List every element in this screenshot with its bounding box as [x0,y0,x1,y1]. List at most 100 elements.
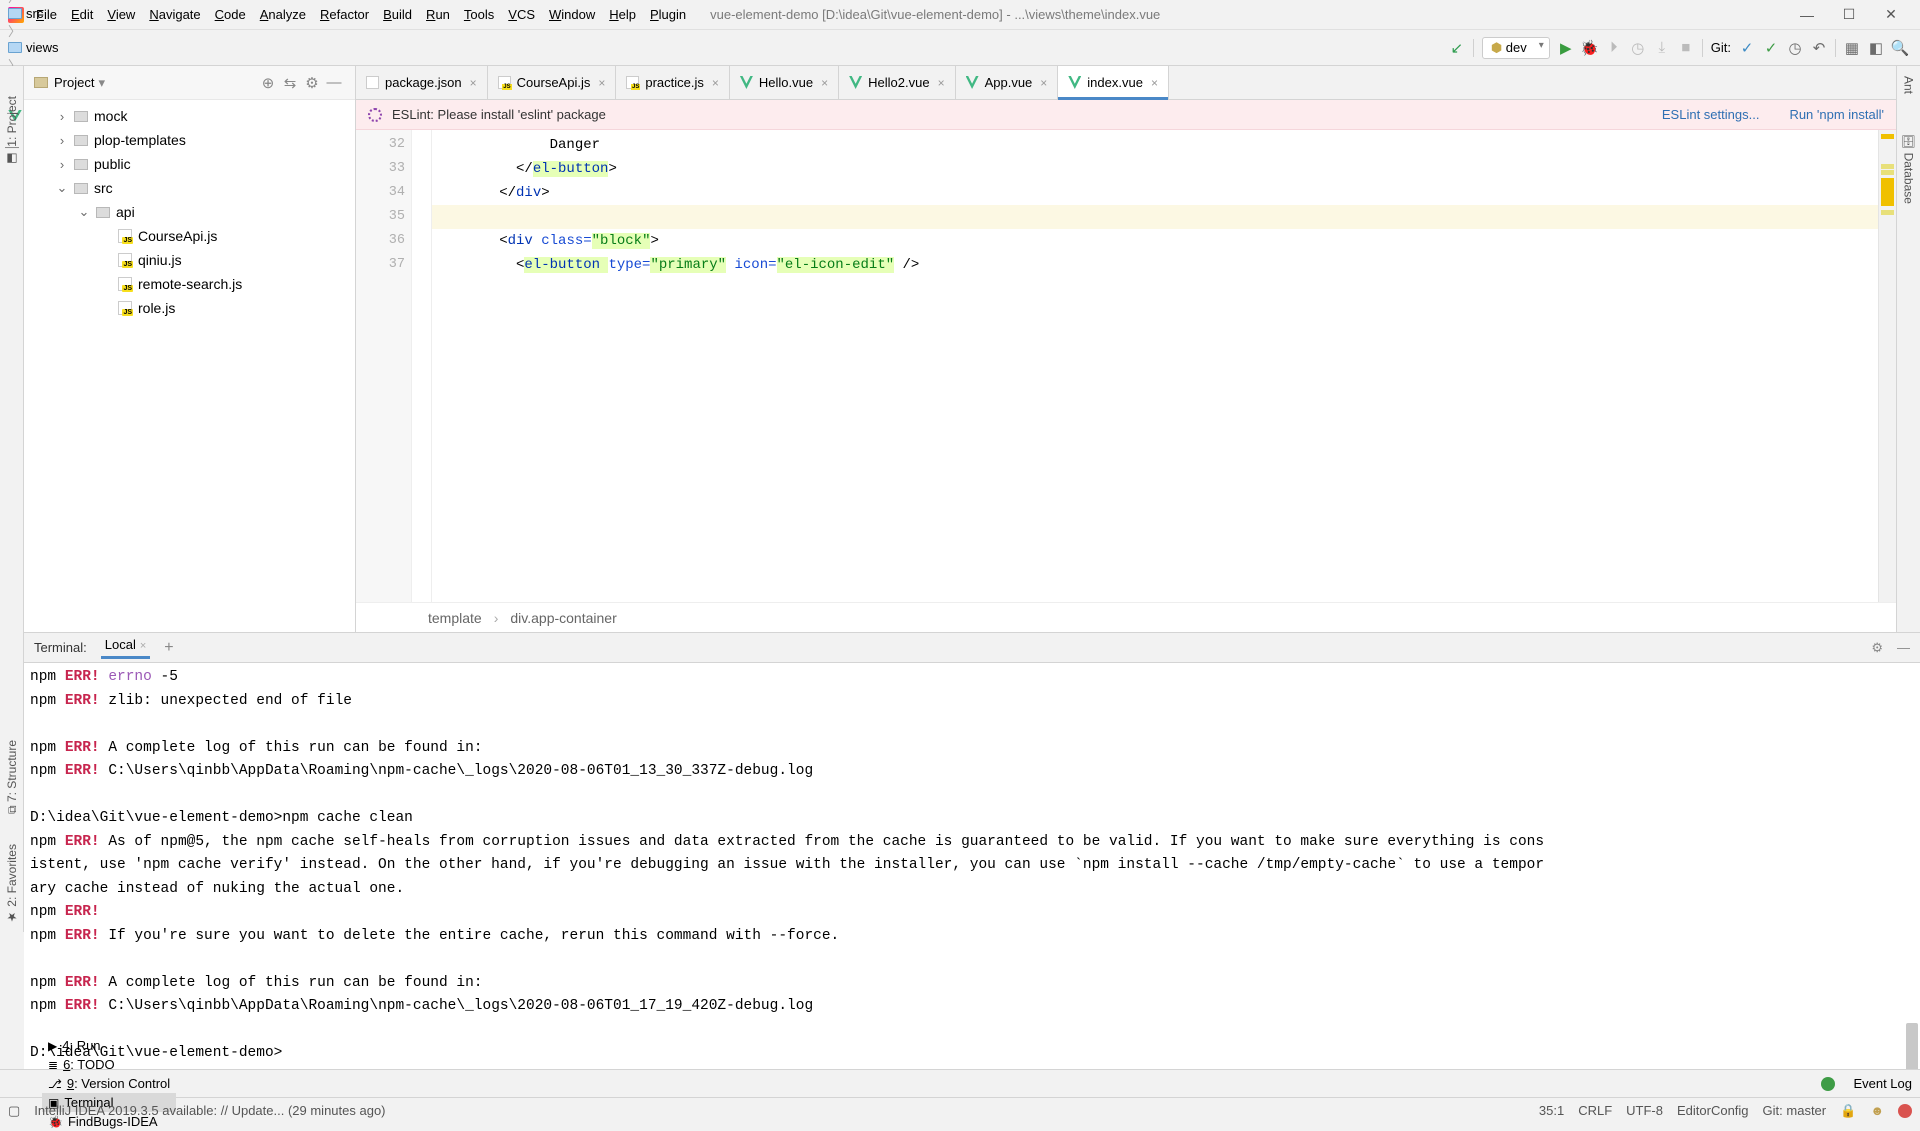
tab-hello-vue[interactable]: Hello.vue× [730,66,839,99]
menu-navigate[interactable]: Navigate [149,7,200,22]
close-tab-icon[interactable]: × [938,76,945,90]
terminal-body[interactable]: npm ERR! errno -5npm ERR! zlib: unexpect… [24,663,1920,1069]
main-split: ◨ 1: Project Project ▾ ⊕ ⇆ ⚙ — ›mock›plo… [0,66,1920,632]
close-window-button[interactable]: ✕ [1870,6,1912,23]
panel-settings-icon[interactable]: ⚙ [301,74,323,92]
status-message[interactable]: IntelliJ IDEA 2019.3.5 available: // Upd… [34,1103,385,1118]
bottom-tool-9-version-control[interactable]: ⎇9: Version Control [42,1074,176,1093]
tree-item[interactable]: ⌄src [24,176,355,200]
tab-index-vue[interactable]: index.vue× [1058,66,1169,99]
run-npm-install-link[interactable]: Run 'npm install' [1789,107,1884,122]
menu-build[interactable]: Build [383,7,412,22]
attach-icon[interactable]: ⤓ [1650,36,1674,60]
close-tab-icon[interactable]: × [1040,76,1047,90]
fold-gutter[interactable] [412,130,432,602]
project-tool-tab[interactable]: ◨ 1: Project [5,96,19,166]
tab-hello2-vue[interactable]: Hello2.vue× [839,66,955,99]
file-encoding[interactable]: UTF-8 [1626,1103,1663,1118]
titlebar: FileEditViewNavigateCodeAnalyzeRefactorB… [0,0,1920,30]
close-tab-icon[interactable]: × [598,76,605,90]
run-button[interactable]: ▶ [1554,36,1578,60]
git-history-icon[interactable]: ◷ [1783,36,1807,60]
maximize-button[interactable]: ☐ [1828,6,1870,23]
close-tab-icon[interactable]: × [712,76,719,90]
close-tab-icon[interactable]: × [470,76,477,90]
menu-code[interactable]: Code [215,7,246,22]
tree-item[interactable]: qiniu.js [24,248,355,272]
inspector-icon[interactable]: ☻ [1870,1103,1884,1118]
eslint-banner: ESLint: Please install 'eslint' package … [356,100,1896,130]
coverage-icon[interactable]: ⏵ [1602,36,1626,60]
eslint-settings-link[interactable]: ESLint settings... [1662,107,1760,122]
profiler-icon[interactable]: ◷ [1626,36,1650,60]
ant-tool-tab[interactable]: Ant [1902,76,1916,94]
tab-courseapi-js[interactable]: CourseApi.js× [488,66,617,99]
error-indicator-icon[interactable] [1898,1104,1912,1118]
caret-position[interactable]: 35:1 [1539,1103,1564,1118]
tab-app-vue[interactable]: App.vue× [956,66,1059,99]
database-tool-tab[interactable]: 🗄 Database [1902,134,1916,204]
tree-item[interactable]: remote-search.js [24,272,355,296]
menu-plugin[interactable]: Plugin [650,7,686,22]
git-branch[interactable]: Git: master [1763,1103,1827,1118]
nav-crumb-2[interactable]: views [8,40,141,55]
line-separator[interactable]: CRLF [1578,1103,1612,1118]
right-tool-strip: Ant 🗄 Database [1896,66,1920,632]
event-log-tab[interactable]: Event Log [1853,1076,1912,1091]
commit-icon[interactable]: ↙ [1445,36,1469,60]
close-tab-icon[interactable]: × [1151,76,1158,90]
editor-area: package.json×CourseApi.js×practice.js×He… [356,66,1896,632]
lock-icon[interactable]: 🔒 [1840,1103,1856,1119]
menu-refactor[interactable]: Refactor [320,7,369,22]
debug-button[interactable]: 🐞 [1578,36,1602,60]
tab-package-json[interactable]: package.json× [356,66,488,99]
terminal-hide-icon[interactable]: — [1897,640,1910,655]
editor-config[interactable]: EditorConfig [1677,1103,1749,1118]
bottom-tool-tabs: ▶4: Run≣6: TODO⎇9: Version Control▣Termi… [0,1069,1920,1097]
new-terminal-button[interactable]: + [164,639,173,657]
run-config-select[interactable]: ⬢ dev [1482,37,1550,59]
git-update-icon[interactable]: ✓ [1735,36,1759,60]
tree-item[interactable]: CourseApi.js [24,224,355,248]
crumb-template[interactable]: template [428,610,482,626]
stop-button[interactable]: ■ [1674,36,1698,60]
terminal-scrollbar[interactable] [1906,1023,1918,1069]
project-structure-icon[interactable]: ▦ [1840,36,1864,60]
tree-item[interactable]: ›plop-templates [24,128,355,152]
structure-tool-tab[interactable]: ⧉ 7: Structure [5,740,19,814]
locate-icon[interactable]: ⊕ [257,74,279,92]
menu-analyze[interactable]: Analyze [260,7,306,22]
menu-run[interactable]: Run [426,7,450,22]
tree-item[interactable]: ›public [24,152,355,176]
close-tab-icon[interactable]: × [821,76,828,90]
favorites-tool-tab[interactable]: ★ 2: Favorites [5,844,19,924]
hide-panel-icon[interactable]: — [323,74,345,91]
search-everywhere-icon[interactable]: 🔍 [1888,36,1912,60]
project-panel-title[interactable]: Project [54,75,94,90]
terminal-tab-local[interactable]: Local× [101,637,151,658]
status-win-icon[interactable]: ▢ [8,1103,20,1119]
crumb-div[interactable]: div.app-container [510,610,616,626]
event-log-status-icon [1821,1077,1835,1091]
menu-help[interactable]: Help [609,7,636,22]
git-commit-icon[interactable]: ✓ [1759,36,1783,60]
nav-crumb-1[interactable]: src [8,6,141,21]
tree-item[interactable]: ›mock [24,104,355,128]
code-body[interactable]: Danger </el-button> </div> <div class="b… [432,130,1878,602]
menu-vcs[interactable]: VCS [508,7,535,22]
terminal-settings-icon[interactable]: ⚙ [1871,640,1883,656]
menu-tools[interactable]: Tools [464,7,494,22]
tree-item[interactable]: role.js [24,296,355,320]
error-stripe[interactable] [1878,130,1896,602]
expand-all-icon[interactable]: ⇆ [279,74,301,92]
tree-item[interactable]: ⌄api [24,200,355,224]
git-revert-icon[interactable]: ↶ [1807,36,1831,60]
minimize-button[interactable]: — [1786,7,1828,23]
tab-practice-js[interactable]: practice.js× [616,66,730,99]
menu-window[interactable]: Window [549,7,595,22]
ide-settings-icon[interactable]: ◧ [1864,36,1888,60]
code-editor[interactable]: 323334353637 Danger </el-button> </div> … [356,130,1896,602]
editor-tabs: package.json×CourseApi.js×practice.js×He… [356,66,1896,100]
terminal-panel: Terminal: Local× + ⚙ — npm ERR! errno -5… [24,632,1920,1069]
project-tree[interactable]: ›mock›plop-templates›public⌄src⌄apiCours… [24,100,355,632]
